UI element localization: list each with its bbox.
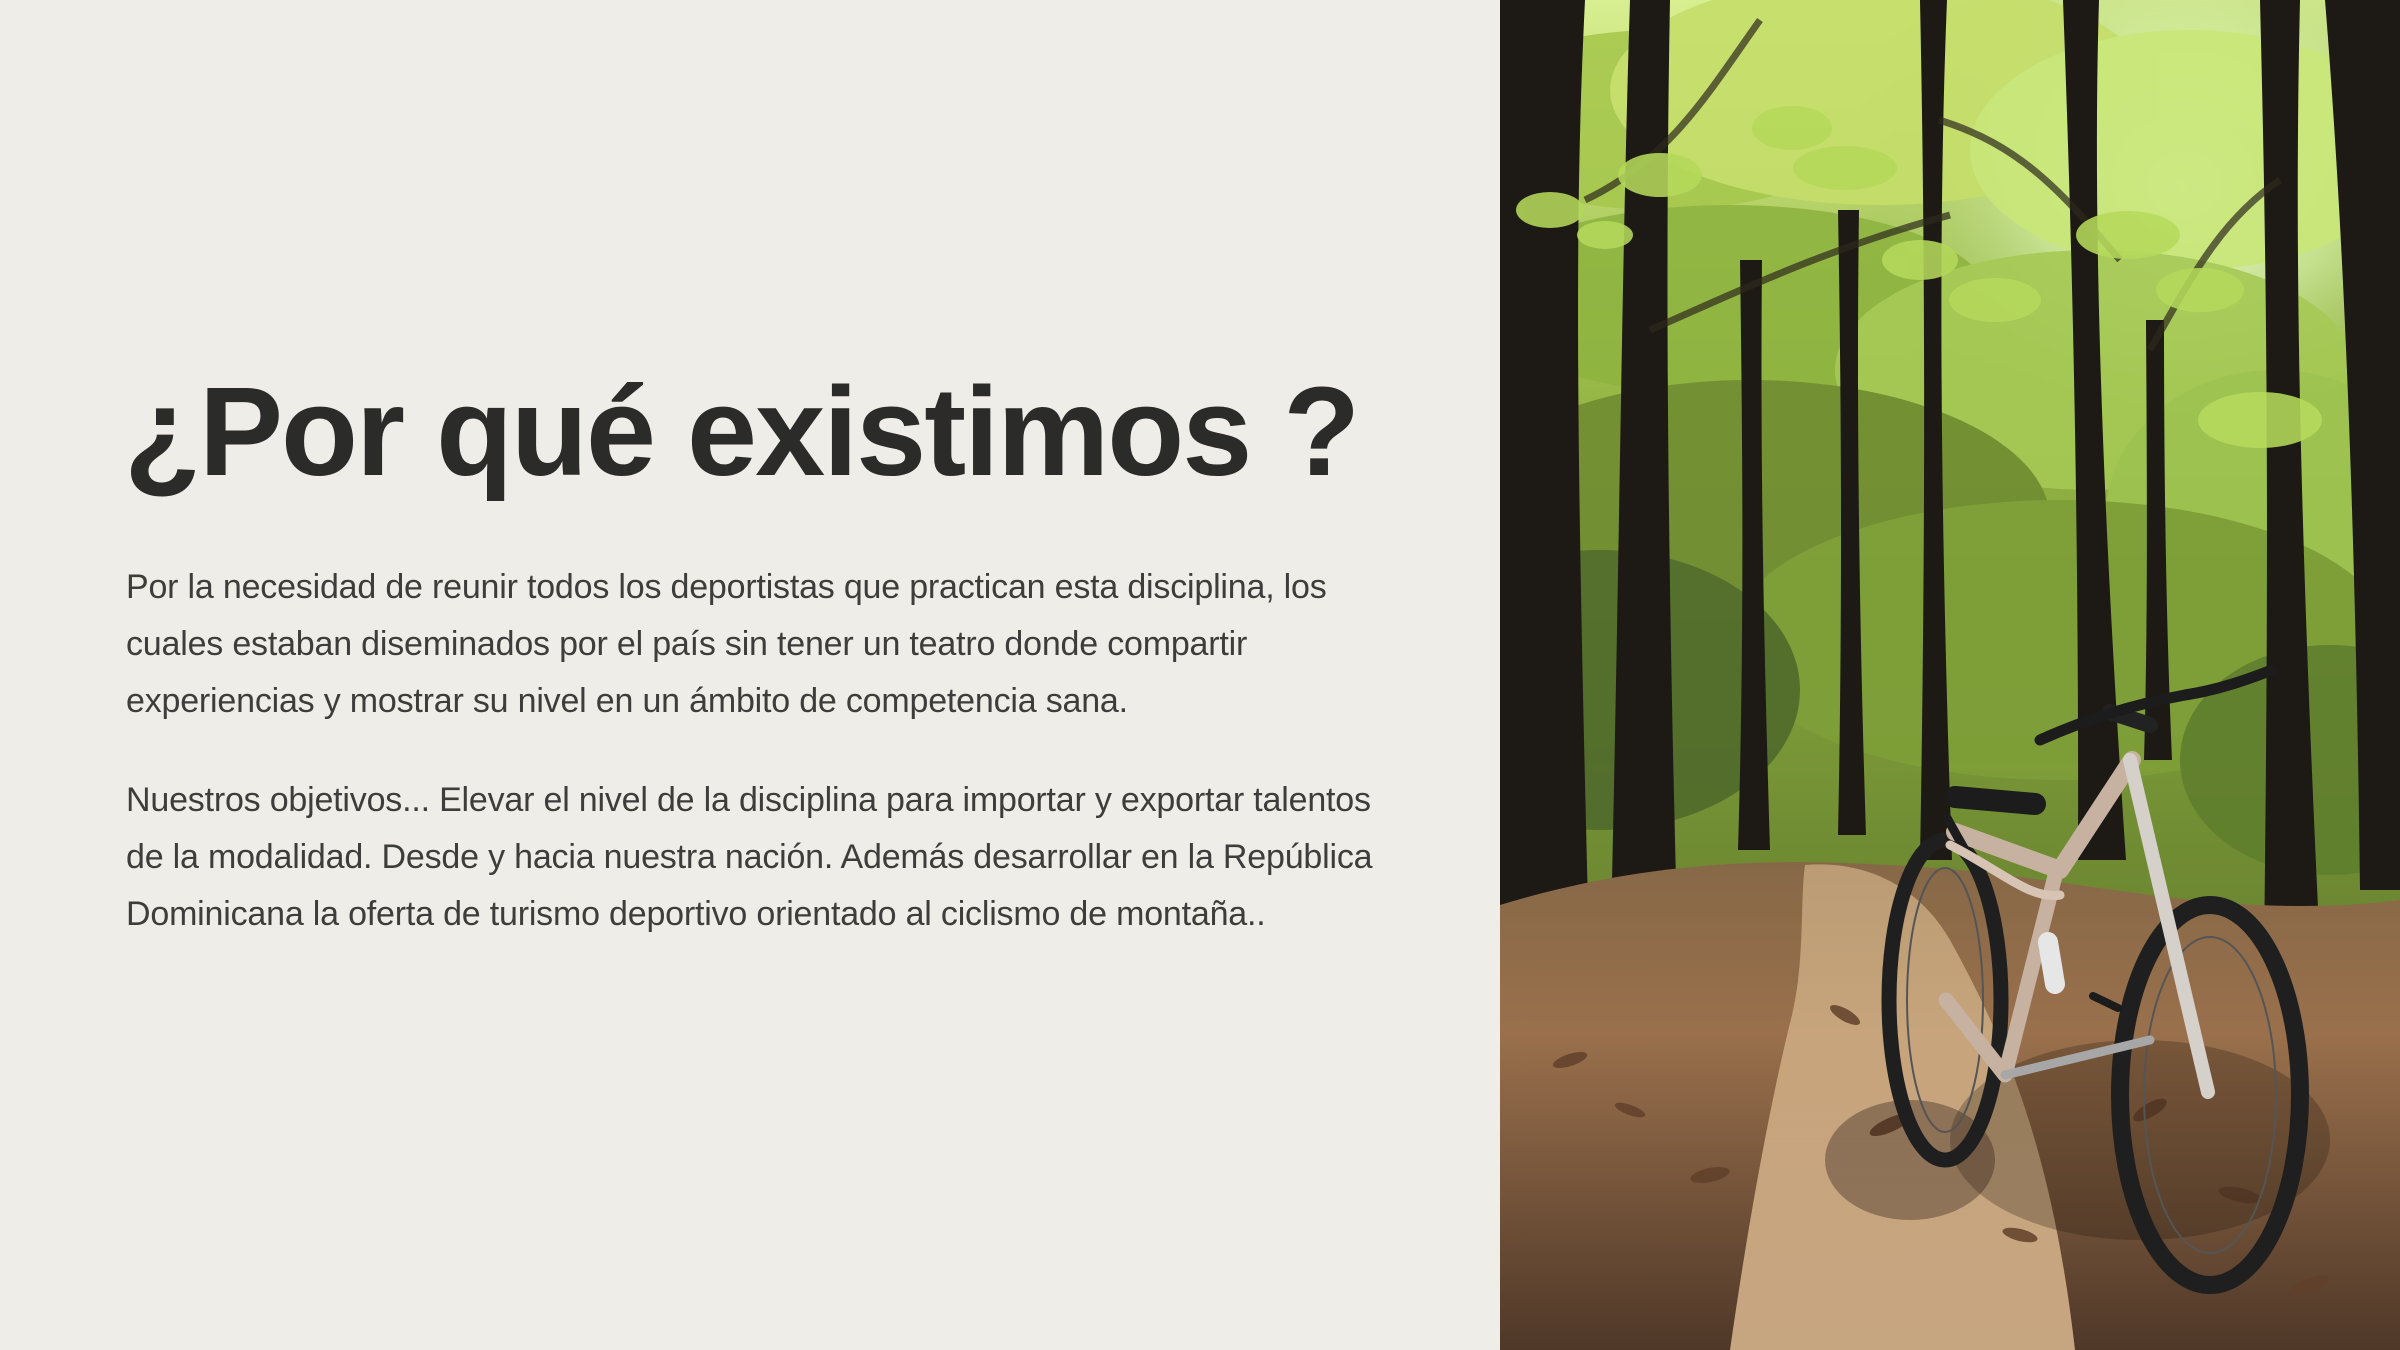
purpose-paragraph: Por la necesidad de reunir todos los dep… (126, 568, 1327, 720)
objectives-paragraph: Nuestros objetivos... Elevar el nivel de… (126, 781, 1373, 933)
forest-bike-photo (1500, 0, 2400, 1350)
forest-bike-illustration (1500, 0, 2400, 1350)
slide-title: ¿Por qué existimos ? (124, 361, 1360, 502)
presentation-slide: ¿Por qué existimos ? Por la necesidad de… (0, 0, 2400, 1350)
text-panel: ¿Por qué existimos ? Por la necesidad de… (0, 0, 1500, 1350)
